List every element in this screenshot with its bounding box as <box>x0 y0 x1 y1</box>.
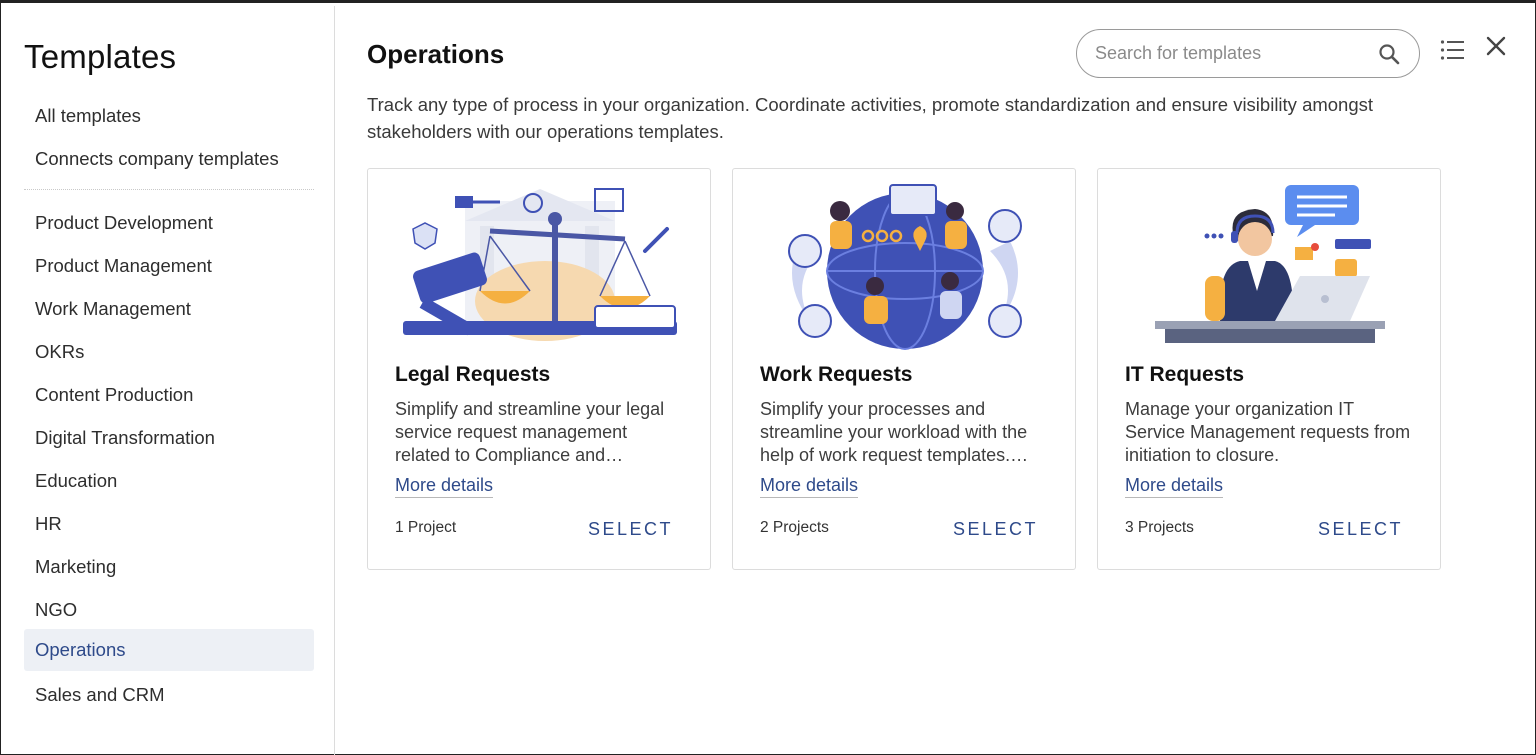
sidebar-divider <box>24 189 314 190</box>
app-window: Templates All templates Connects company… <box>0 0 1536 755</box>
template-card-it-requests[interactable]: IT Requests Manage your organization IT … <box>1097 168 1441 570</box>
template-card-work-requests[interactable]: Work Requests Simplify your processes an… <box>732 168 1076 570</box>
sidebar-item-hr[interactable]: HR <box>24 503 314 545</box>
sidebar-title: Templates <box>24 38 177 75</box>
sidebar-item-digital-transformation[interactable]: Digital Transformation <box>24 417 314 459</box>
page-description: Track any type of process in your organi… <box>367 94 1374 142</box>
select-button[interactable]: SELECT <box>1318 519 1403 540</box>
sidebar-item-content-production[interactable]: Content Production <box>24 374 314 416</box>
search-input[interactable] <box>1095 30 1365 77</box>
sidebar-item-ngo[interactable]: NGO <box>24 589 314 631</box>
main-content: Operations Track any type of process in … <box>336 6 1535 755</box>
sidebar-item-operations[interactable]: Operations <box>24 629 314 671</box>
sidebar-item-education[interactable]: Education <box>24 460 314 502</box>
project-count: 3 Projects <box>1125 519 1194 536</box>
legal-scales-illustration <box>403 188 677 341</box>
card-description: Manage your organization IT Service Mana… <box>1125 399 1411 465</box>
search-icon[interactable] <box>1377 42 1401 66</box>
sidebar-item-sales-and-crm[interactable]: Sales and CRM <box>24 674 314 716</box>
select-button[interactable]: SELECT <box>953 519 1038 540</box>
sidebar-item-connects-company-templates[interactable]: Connects company templates <box>24 138 314 180</box>
sidebar-item-product-management[interactable]: Product Management <box>24 245 314 287</box>
card-title: Legal Requests <box>395 363 551 386</box>
sidebar-item-marketing[interactable]: Marketing <box>24 546 314 588</box>
card-description: Simplify your processes and streamline y… <box>760 399 1029 465</box>
template-card-legal-requests[interactable]: Legal Requests Simplify and streamline y… <box>367 168 711 570</box>
globe-team-illustration <box>788 184 1022 350</box>
search-box <box>1076 29 1420 78</box>
card-description: Simplify and streamline your legal servi… <box>395 399 665 465</box>
sidebar-item-product-development[interactable]: Product Development <box>24 202 314 244</box>
more-details-link[interactable]: More details <box>395 475 494 498</box>
card-title: IT Requests <box>1125 363 1245 386</box>
project-count: 2 Projects <box>760 519 829 536</box>
more-details-link[interactable]: More details <box>1125 475 1224 498</box>
select-button[interactable]: SELECT <box>588 519 673 540</box>
card-title: Work Requests <box>760 363 913 386</box>
sidebar-item-okrs[interactable]: OKRs <box>24 331 314 373</box>
sidebar-item-work-management[interactable]: Work Management <box>24 288 314 330</box>
more-details-link[interactable]: More details <box>760 475 859 498</box>
sidebar-item-all-templates[interactable]: All templates <box>24 95 314 137</box>
page-title: Operations <box>367 39 505 69</box>
project-count: 1 Project <box>395 519 457 536</box>
support-agent-illustration <box>1155 185 1385 343</box>
sidebar: Templates All templates Connects company… <box>2 6 335 755</box>
list-view-icon[interactable] <box>1440 38 1466 62</box>
close-icon[interactable] <box>1484 34 1508 58</box>
